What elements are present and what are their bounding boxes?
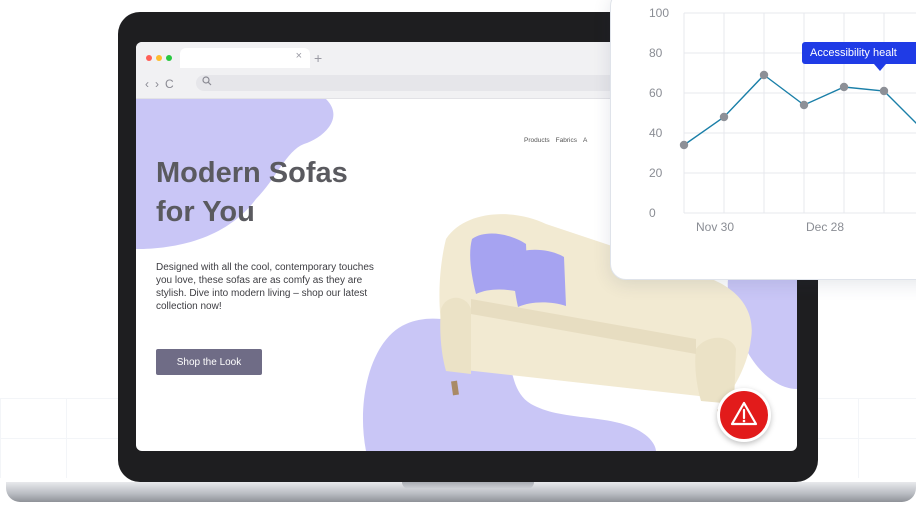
browser-tab[interactable]: ×	[180, 48, 310, 68]
minimize-window-dot[interactable]	[156, 55, 162, 61]
tab-close-icon[interactable]: ×	[296, 50, 302, 62]
close-window-dot[interactable]	[146, 55, 152, 61]
y-tick-label: 20	[649, 166, 663, 180]
tooltip-arrow	[874, 64, 886, 71]
new-tab-icon[interactable]: +	[314, 50, 322, 66]
data-point	[799, 100, 809, 110]
data-point	[759, 70, 769, 80]
back-icon[interactable]: ‹	[145, 77, 149, 91]
window-controls	[146, 55, 172, 61]
series-line	[683, 74, 916, 146]
hero-description: Designed with all the cool, contemporary…	[156, 262, 374, 312]
data-point	[719, 112, 729, 122]
data-point	[839, 82, 849, 92]
hero-title-line-2: for You	[156, 196, 255, 228]
site-navigation: Products Fabrics A	[524, 137, 587, 144]
hero-title: Modern Sofas for You	[156, 154, 396, 232]
y-tick-label: 0	[649, 206, 656, 220]
shop-the-look-button[interactable]: Shop the Look	[156, 349, 262, 375]
nav-link-fabrics[interactable]: Fabrics	[556, 137, 577, 144]
x-tick-label: Dec 28	[806, 220, 844, 234]
alert-badge[interactable]	[717, 388, 771, 442]
x-tick-label: Nov 30	[696, 220, 734, 234]
search-icon	[202, 76, 212, 89]
data-point	[879, 86, 889, 96]
nav-link-truncated[interactable]: A	[583, 137, 587, 144]
warning-triangle-icon	[730, 401, 758, 426]
y-tick-label: 80	[649, 46, 663, 60]
laptop-notch	[402, 482, 534, 489]
y-tick-label: 60	[649, 86, 663, 100]
chart-tooltip: Accessibility healt	[802, 42, 916, 64]
navigation-buttons: ‹ › C	[145, 77, 174, 91]
y-tick-label: 100	[649, 6, 669, 20]
reload-icon[interactable]: C	[165, 77, 174, 91]
maximize-window-dot[interactable]	[166, 55, 172, 61]
nav-link-products[interactable]: Products	[524, 137, 550, 144]
hero-title-line-1: Modern Sofas	[156, 157, 348, 189]
accessibility-chart-card: 100 80 60 40 20 0 Nov 30 Dec 28 Accessibility h…	[610, 0, 916, 280]
forward-icon[interactable]: ›	[155, 77, 159, 91]
data-point	[679, 140, 689, 150]
y-tick-label: 40	[649, 126, 663, 140]
